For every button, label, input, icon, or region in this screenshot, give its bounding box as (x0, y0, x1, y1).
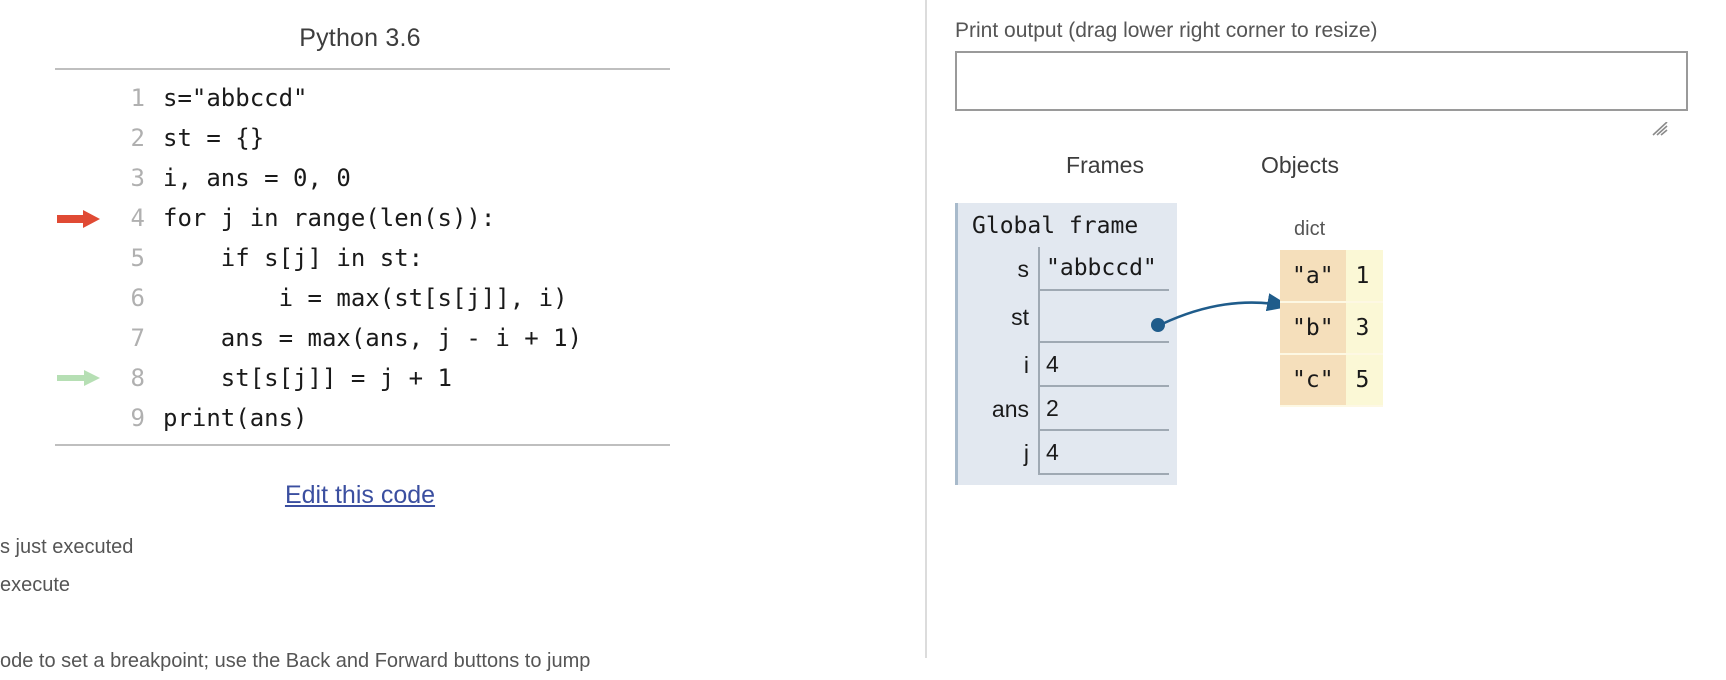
frame-variable-name: ans (991, 395, 1029, 422)
red-arrow-icon (55, 198, 103, 238)
code-line-text: ans = max(ans, j - i + 1) (163, 324, 583, 352)
code-line-number: 3 (130, 164, 145, 192)
code-line-number: 6 (130, 284, 145, 312)
code-gutter (55, 278, 103, 318)
dict-type-label: dict (1294, 218, 1326, 240)
code-bottom-rule (55, 444, 670, 446)
green-arrow-icon (57, 370, 100, 386)
green-arrow-icon (55, 358, 103, 398)
red-arrow-icon (57, 210, 100, 228)
frame-variable-row: j4 (958, 431, 1169, 475)
frame-variable-row: s "abbccd" (958, 247, 1169, 291)
dict-entry-key: "a" (1280, 250, 1346, 303)
code-lines[interactable]: 1 s="abbccd" 2 st = {} 3 i, ans = 0, 0 4 for j… (55, 70, 670, 444)
code-line[interactable]: 3 i, ans = 0, 0 (55, 158, 670, 198)
code-legend: s just executed execute ode to set a bre… (0, 528, 925, 680)
frame-variable-name: j (1023, 439, 1029, 466)
code-line-text: i = max(st[s[j]], i) (163, 284, 568, 312)
dict-entry-row: "b" 3 (1280, 302, 1384, 355)
frame-variable-value: 4 (1038, 431, 1169, 475)
frame-variable-list: s "abbccd" st i 4 ans 2 j 4 (958, 247, 1169, 475)
frame-variable-name: s (1017, 255, 1030, 282)
code-line-number: 5 (130, 244, 145, 272)
visualization-pane: Print output (drag lower right corner to… (925, 0, 1726, 658)
code-gutter (55, 118, 103, 158)
print-output-box[interactable] (955, 51, 1688, 111)
code-line[interactable]: 9 print(ans) (55, 398, 670, 438)
code-line-text: st = {} (163, 124, 265, 152)
code-pane: Python 3.6 1 s="abbccd" 2 st = {} 3 i, ans = … (0, 0, 925, 672)
code-line[interactable]: 6 i = max(st[s[j]], i) (55, 278, 670, 318)
code-line-text: st[s[j]] = j + 1 (163, 364, 452, 392)
dict-entry-key: "c" (1280, 354, 1346, 407)
frame-variable-value (1038, 291, 1169, 343)
dict-entry-value: 3 (1345, 302, 1384, 355)
global-frame: Global frame s "abbccd" st i 4 ans 2 j 4 (955, 203, 1177, 485)
edit-this-code-container: Edit this code (0, 481, 720, 510)
global-frame-title: Global frame (972, 213, 1139, 239)
code-line-number: 2 (130, 124, 145, 152)
frame-variable-row: ans 2 (958, 387, 1169, 431)
code-gutter (55, 318, 103, 358)
frame-variable-row: i4 (958, 343, 1169, 387)
print-output-label: Print output (drag lower right corner to… (955, 19, 1378, 42)
dict-entry-row: "a" 1 (1280, 250, 1384, 303)
code-gutter (55, 78, 103, 118)
legend-breakpoint-hint: ode to set a breakpoint; use the Back an… (0, 650, 591, 672)
frame-variable-name: i (1023, 351, 1029, 378)
code-line-number: 8 (130, 364, 145, 392)
code-line[interactable]: 2 st = {} (55, 118, 670, 158)
code-line-number: 7 (130, 324, 145, 352)
code-display: 1 s="abbccd" 2 st = {} 3 i, ans = 0, 0 4 for j… (55, 68, 670, 446)
dict-object: dict "a" 1 "b" 3 "c" 5 (1280, 218, 1384, 407)
dict-entry-key: "b" (1280, 302, 1346, 355)
resize-grip-icon[interactable] (1652, 122, 1668, 136)
dict-entry-row: "c" 5 (1280, 354, 1384, 407)
code-line-number: 1 (130, 84, 145, 112)
dict-table: "a" 1 "b" 3 "c" 5 (1280, 250, 1384, 407)
code-line-number: 9 (130, 404, 145, 432)
objects-heading: Objects (1261, 152, 1339, 178)
edit-this-code-link[interactable]: Edit this code (285, 481, 435, 509)
frame-variable-value: 2 (1038, 387, 1169, 431)
frame-variable-value: 4 (1038, 343, 1169, 387)
python-version-title: Python 3.6 (299, 24, 421, 52)
code-line-text: print(ans) (163, 404, 308, 432)
code-line-text: if s[j] in st: (163, 244, 424, 272)
code-line-number: 4 (130, 204, 145, 232)
legend-next-to-execute: execute (0, 574, 71, 596)
code-line[interactable]: 7 ans = max(ans, j - i + 1) (55, 318, 670, 358)
frame-variable-value: "abbccd" (1038, 247, 1169, 291)
code-line[interactable]: 5 if s[j] in st: (55, 238, 670, 278)
dict-entry-value: 5 (1345, 354, 1384, 407)
code-line-text: i, ans = 0, 0 (163, 164, 351, 192)
dict-entry-value: 1 (1345, 250, 1384, 303)
legend-just-executed: s just executed (0, 536, 134, 558)
frame-variable-name: st (1011, 303, 1029, 330)
code-line-text: s="abbccd" (163, 84, 308, 112)
code-line[interactable]: 4 for j in range(len(s)): (55, 198, 670, 238)
code-line[interactable]: 1 s="abbccd" (55, 78, 670, 118)
code-line[interactable]: 8 st[s[j]] = j + 1 (55, 358, 670, 398)
frame-variable-row: st (958, 291, 1169, 343)
code-line-text: for j in range(len(s)): (163, 204, 496, 232)
code-gutter (55, 238, 103, 278)
code-gutter (55, 158, 103, 198)
code-gutter (55, 398, 103, 438)
